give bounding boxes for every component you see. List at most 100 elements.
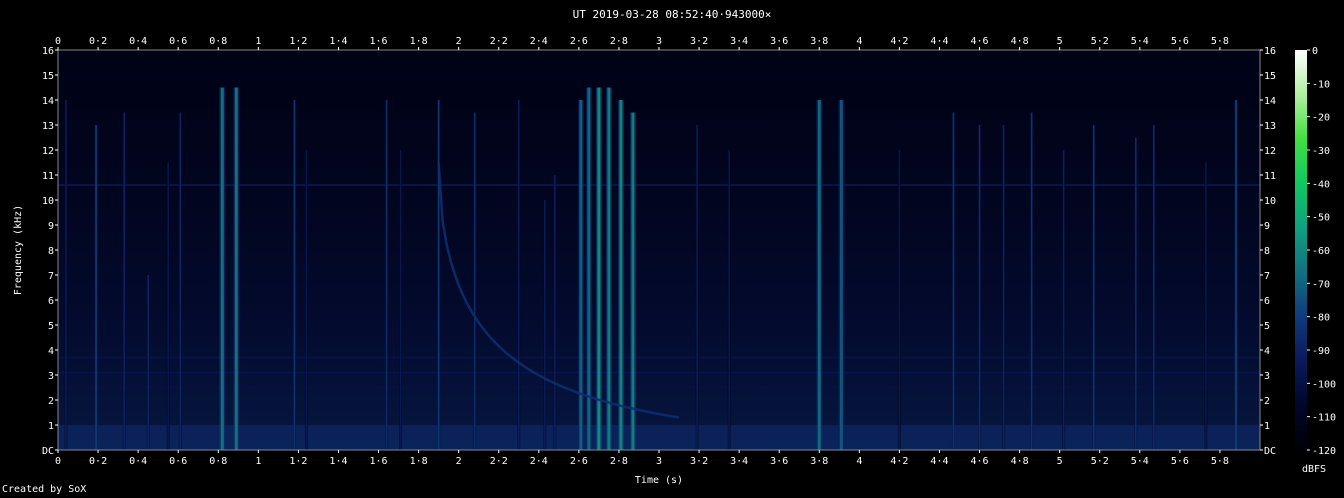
y-tick-label-right: 1 xyxy=(1264,421,1270,432)
x-tick-label: 4 xyxy=(856,456,862,467)
x-tick-label: 5 xyxy=(1057,456,1063,467)
x-tick-label-top: 4·6 xyxy=(971,36,989,47)
x-tick-label-top: 3·6 xyxy=(770,36,788,47)
x-tick-label: 2·8 xyxy=(610,456,628,467)
x-tick-label: 2·2 xyxy=(490,456,508,467)
colorbar-tick-label: 0 xyxy=(1312,46,1318,57)
x-tick-label-top: 3·2 xyxy=(690,36,708,47)
click-line xyxy=(839,100,843,450)
click-line xyxy=(631,112,635,450)
x-tick-label-top: 4·4 xyxy=(930,36,948,47)
x-tick-label-top: 5·2 xyxy=(1091,36,1109,47)
y-tick-label: DC xyxy=(42,446,54,457)
x-tick-label-top: 1·6 xyxy=(370,36,388,47)
click-line xyxy=(619,100,623,450)
colorbar-tick-label: -90 xyxy=(1312,346,1330,357)
colorbar-tick-label: -110 xyxy=(1312,413,1336,424)
click-line xyxy=(220,87,224,450)
y-tick-label-right: 6 xyxy=(1264,296,1270,307)
click-line xyxy=(123,112,125,450)
click-line xyxy=(1205,162,1207,450)
x-tick-label: 1·4 xyxy=(329,456,347,467)
x-tick-label-top: 2·2 xyxy=(490,36,508,47)
x-tick-label: 4·4 xyxy=(930,456,948,467)
click-line xyxy=(305,150,308,450)
x-tick-label: 5·8 xyxy=(1211,456,1229,467)
x-tick-label: 4·6 xyxy=(971,456,989,467)
y-tick-label: 11 xyxy=(42,171,54,182)
click-line xyxy=(1030,112,1033,450)
y-tick-label: 6 xyxy=(48,296,54,307)
colorbar-tick-label: -10 xyxy=(1312,79,1330,90)
x-tick-label-top: 5·8 xyxy=(1211,36,1229,47)
y-tick-label-right: 7 xyxy=(1264,271,1270,282)
x-tick-label: 3·8 xyxy=(810,456,828,467)
click-line xyxy=(1153,125,1155,450)
x-tick-label: 0·2 xyxy=(89,456,107,467)
x-tick-label-top: 5 xyxy=(1057,36,1063,47)
colorbar-tick-label: -60 xyxy=(1312,246,1330,257)
x-tick-label-top: 1·8 xyxy=(410,36,428,47)
click-line xyxy=(544,200,546,450)
y-tick-label: 16 xyxy=(42,46,54,57)
colorbar-tick-label: -40 xyxy=(1312,179,1330,190)
x-tick-label-top: 4·2 xyxy=(890,36,908,47)
y-tick-label-right: DC xyxy=(1264,446,1276,457)
spectrogram-chart: 000·20·20·40·40·60·60·80·8111·21·21·41·4… xyxy=(13,36,1336,486)
colorbar-tick-label: -100 xyxy=(1312,379,1336,390)
y-tick-label: 4 xyxy=(48,346,54,357)
x-tick-label: 3·4 xyxy=(730,456,748,467)
click-line xyxy=(1135,137,1137,450)
x-tick-label-top: 1 xyxy=(255,36,261,47)
click-line xyxy=(293,100,296,450)
click-line xyxy=(1092,125,1095,450)
y-tick-label-right: 8 xyxy=(1264,246,1270,257)
y-tick-label-right: 5 xyxy=(1264,321,1270,332)
click-line xyxy=(147,275,149,450)
x-tick-label: 5·4 xyxy=(1131,456,1149,467)
y-tick-label: 13 xyxy=(42,121,54,132)
x-tick-label-top: 2 xyxy=(456,36,462,47)
click-line xyxy=(1002,125,1005,450)
y-tick-label-right: 4 xyxy=(1264,346,1270,357)
y-tick-label-right: 3 xyxy=(1264,371,1270,382)
y-tick-label-right: 16 xyxy=(1264,46,1276,57)
x-tick-label-top: 2·4 xyxy=(530,36,548,47)
x-tick-label-top: 3 xyxy=(656,36,662,47)
click-line xyxy=(978,125,981,450)
click-line xyxy=(817,100,821,450)
y-tick-label: 15 xyxy=(42,71,54,82)
x-tick-label: 1·6 xyxy=(370,456,388,467)
x-tick-label-top: 2·8 xyxy=(610,36,628,47)
y-tick-label: 1 xyxy=(48,421,54,432)
x-tick-label: 0·6 xyxy=(169,456,187,467)
x-tick-label-top: 5·6 xyxy=(1171,36,1189,47)
click-line xyxy=(579,100,583,450)
x-tick-label: 2·4 xyxy=(530,456,548,467)
colorbar-label: dBFS xyxy=(1302,464,1326,475)
click-line xyxy=(607,87,611,450)
colorbar-tick-label: -50 xyxy=(1312,213,1330,224)
y-tick-label: 3 xyxy=(48,371,54,382)
click-line xyxy=(1062,150,1065,450)
x-tick-label-top: 0·8 xyxy=(209,36,227,47)
x-tick-label: 4·8 xyxy=(1011,456,1029,467)
click-line xyxy=(65,100,67,450)
x-tick-label: 2·6 xyxy=(570,456,588,467)
colorbar xyxy=(1295,50,1307,450)
x-tick-label-top: 4·8 xyxy=(1011,36,1029,47)
y-tick-label: 10 xyxy=(42,196,54,207)
y-tick-label-right: 12 xyxy=(1264,146,1276,157)
click-line xyxy=(728,150,730,450)
x-tick-label: 3·6 xyxy=(770,456,788,467)
y-tick-label-right: 14 xyxy=(1264,96,1276,107)
x-tick-label-top: 3·8 xyxy=(810,36,828,47)
x-tick-label: 1·8 xyxy=(410,456,428,467)
colorbar-tick-label: -80 xyxy=(1312,313,1330,324)
x-tick-label-top: 0·2 xyxy=(89,36,107,47)
click-line xyxy=(1235,100,1237,450)
y-tick-label-right: 9 xyxy=(1264,221,1270,232)
y-axis-label: Frequency (kHz) xyxy=(13,205,24,295)
x-tick-label-top: 0·4 xyxy=(129,36,147,47)
click-line xyxy=(518,100,520,450)
